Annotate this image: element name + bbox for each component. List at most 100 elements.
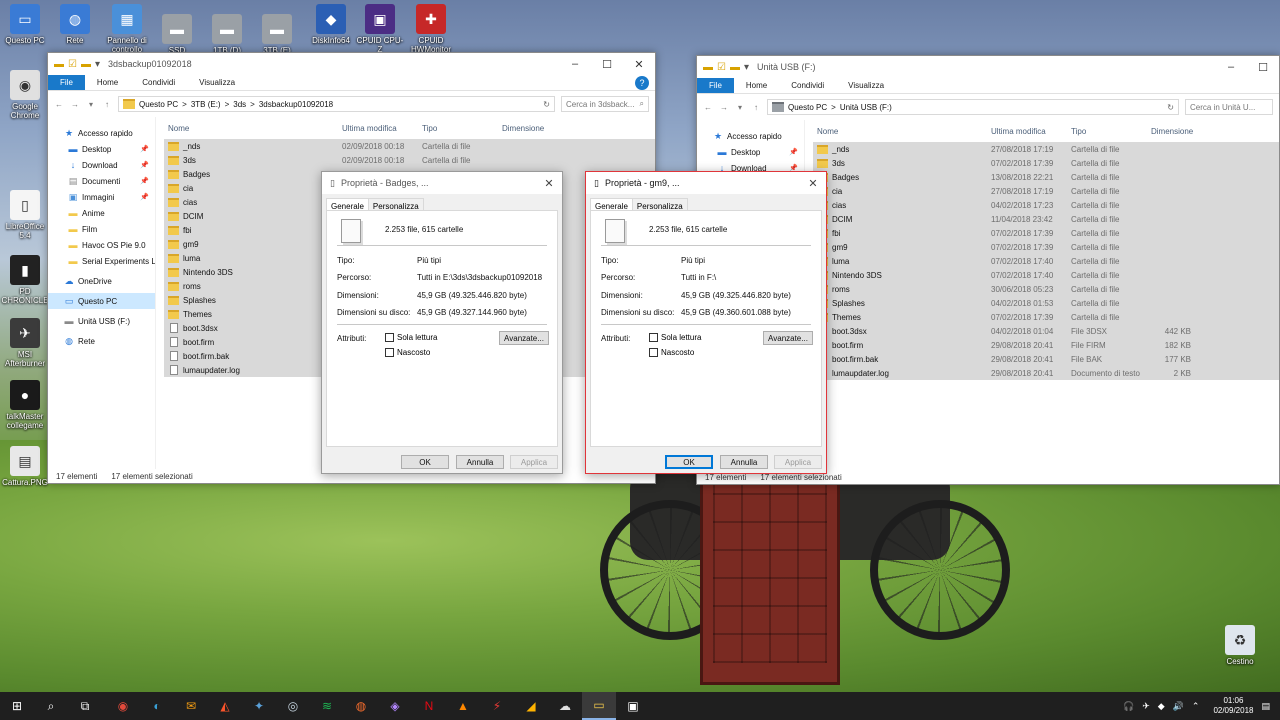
pin-icon[interactable]: 📌 [789, 148, 798, 156]
chrome-icon[interactable]: ◉ [106, 692, 140, 720]
close-button[interactable]: ✕ [800, 177, 826, 190]
column-size[interactable]: Dimensione [498, 124, 554, 133]
show-hidden-icons-chevron-icon[interactable]: ⌃ [1192, 701, 1200, 712]
column-size[interactable]: Dimensione [1147, 127, 1203, 136]
readonly-checkbox[interactable]: Sola lettura [649, 333, 701, 342]
breadcrumb-part[interactable]: 3dsbackup01092018 [259, 100, 333, 109]
desktop-icon-pannello-di-controllo[interactable]: ▦ Pannello di controllo [102, 4, 152, 54]
pin-icon[interactable]: 📌 [140, 177, 149, 185]
clock[interactable]: 01:06 02/09/2018 [1213, 696, 1253, 716]
properties-icon[interactable]: ☑ [717, 62, 726, 73]
shield-icon[interactable]: ◆ [1158, 701, 1165, 712]
help-icon[interactable]: ? [635, 76, 649, 90]
steam-icon[interactable]: ◎ [276, 692, 310, 720]
nav-item-immagini[interactable]: ▣ Immagini 📌 [48, 189, 155, 205]
nav-item-documenti[interactable]: ▤ Documenti 📌 [48, 173, 155, 189]
file-row[interactable]: fbi 07/02/2018 17:39 Cartella di file [813, 226, 1279, 240]
tab-file[interactable]: File [697, 78, 734, 93]
origin-icon[interactable]: ◍ [344, 692, 378, 720]
search-input[interactable]: Cerca in 3dsback... ⌕ [561, 96, 649, 112]
column-type[interactable]: Tipo [1067, 127, 1147, 136]
notifications-icon[interactable]: ▤ [1261, 701, 1270, 712]
desktop-icon-3tb-e-[interactable]: ▬ 3TB (E) [252, 14, 302, 55]
tab-view[interactable]: Visualizza [836, 78, 896, 93]
up-arrow-icon[interactable]: ↑ [102, 100, 112, 109]
pin-icon[interactable]: 📌 [140, 193, 149, 201]
nav-item-accesso-rapido[interactable]: ★ Accesso rapido [48, 125, 155, 141]
close-button[interactable]: ✕ [623, 58, 655, 71]
tab-file[interactable]: File [48, 75, 85, 90]
nav-item-serial-experiments-l[interactable]: ▬ Serial Experiments L [48, 253, 156, 269]
column-type[interactable]: Tipo [418, 124, 498, 133]
task-view-icon[interactable]: ⧉ [68, 692, 102, 720]
tab-share[interactable]: Condividi [779, 78, 836, 93]
file-explorer-icon[interactable]: ▭ [582, 692, 616, 720]
desktop-icon-rete[interactable]: ◍ Rete [50, 4, 100, 45]
up-arrow-icon[interactable]: ↑ [751, 103, 761, 112]
desktop-icon-ssd[interactable]: ▬ SSD [152, 14, 202, 55]
search-icon[interactable]: ⌕ [34, 692, 68, 720]
refresh-icon[interactable]: ↻ [543, 100, 550, 109]
desktop-icon-talkmaster-collegame[interactable]: ● talkMaster collegame [0, 380, 50, 430]
desktop-icon-diskinfo64[interactable]: ◆ DiskInfo64 [306, 4, 356, 45]
column-modified[interactable]: Ultima modifica [987, 127, 1067, 136]
flash-app-icon[interactable]: ⚡ [480, 692, 514, 720]
new-folder-icon[interactable]: ▬ [730, 62, 740, 73]
game-app-icon[interactable]: ✦ [242, 692, 276, 720]
maximize-button[interactable]: ☐ [1247, 61, 1279, 74]
breadcrumb-part[interactable]: Unità USB (F:) [840, 103, 892, 112]
new-folder-icon[interactable]: ▬ [81, 59, 91, 70]
readonly-checkbox[interactable]: Sola lettura [385, 333, 437, 342]
back-arrow-icon[interactable]: ← [54, 100, 64, 109]
start-icon[interactable]: ⊞ [0, 692, 34, 720]
file-row[interactable]: _nds 27/08/2018 17:19 Cartella di file [813, 142, 1279, 156]
tab-home[interactable]: Home [734, 78, 779, 93]
nav-item-unit-usb-f-[interactable]: ▬ Unità USB (F:) [48, 313, 155, 329]
brave-icon[interactable]: ◭ [208, 692, 242, 720]
desktop-icon-questo-pc[interactable]: ▭ Questo PC [0, 4, 50, 45]
properties-icon[interactable]: ☑ [68, 59, 77, 70]
cancel-button[interactable]: Annulla [456, 455, 504, 469]
file-row[interactable]: cia 27/08/2018 17:19 Cartella di file [813, 184, 1279, 198]
vlc-icon[interactable]: ▲ [446, 692, 480, 720]
nav-item-rete[interactable]: ◍ Rete [48, 333, 155, 349]
file-row[interactable]: 3ds 07/02/2018 17:39 Cartella di file [813, 156, 1279, 170]
column-name[interactable]: Nome [813, 127, 987, 136]
file-row[interactable]: DCIM 11/04/2018 23:42 Cartella di file [813, 212, 1279, 226]
pin-icon[interactable]: 📌 [140, 161, 149, 169]
desktop-icon-1tb-d-[interactable]: ▬ 1TB (D) [202, 14, 252, 55]
checkbox-box[interactable] [385, 348, 394, 357]
nav-item-onedrive[interactable]: ☁ OneDrive [48, 273, 155, 289]
tab-view[interactable]: Visualizza [187, 75, 247, 90]
file-row[interactable]: gm9 07/02/2018 17:39 Cartella di file [813, 240, 1279, 254]
desktop-icon-msi-afterburner[interactable]: ✈ MSI Afterburner [0, 318, 50, 368]
file-row[interactable]: Badges 13/08/2018 22:21 Cartella di file [813, 170, 1279, 184]
breadcrumb-part[interactable]: Questo PC [788, 103, 827, 112]
file-row[interactable]: boot.firm 29/08/2018 20:41 File FIRM 182 KB [813, 338, 1279, 352]
recent-chevron-icon[interactable]: ▾ [735, 103, 745, 112]
tab-home[interactable]: Home [85, 75, 130, 90]
spotify-icon[interactable]: ≋ [310, 692, 344, 720]
nav-item-havoc-os-pie-9-0[interactable]: ▬ Havoc OS Pie 9.0 [48, 237, 155, 253]
advanced-button[interactable]: Avanzate... [763, 331, 813, 345]
pin-icon[interactable]: 📌 [140, 145, 149, 153]
file-row[interactable]: Themes 07/02/2018 17:39 Cartella di file [813, 310, 1279, 324]
hidden-checkbox[interactable]: Nascosto [385, 348, 430, 357]
ok-button[interactable]: OK [665, 455, 713, 469]
app-purple-icon[interactable]: ◈ [378, 692, 412, 720]
ok-button[interactable]: OK [401, 455, 449, 469]
network-icon[interactable]: ✈ [1142, 701, 1150, 712]
advanced-button[interactable]: Avanzate... [499, 331, 549, 345]
nav-item-desktop[interactable]: ▬ Desktop 📌 [48, 141, 155, 157]
desktop-icon-cattura-png[interactable]: ▤ Cattura.PNG [0, 446, 50, 487]
chevron-down-icon[interactable]: ▾ [95, 59, 100, 70]
desktop-icon-cpuid-hwmonitor[interactable]: ✚ CPUID HWMonitor [406, 4, 456, 54]
breadcrumb-part[interactable]: 3TB (E:) [191, 100, 221, 109]
file-row[interactable]: _nds 02/09/2018 00:18 Cartella di file [164, 139, 655, 153]
nav-item-anime[interactable]: ▬ Anime [48, 205, 155, 221]
quick-access-toolbar[interactable]: ▬ ☑ ▬ ▾ [54, 59, 100, 70]
file-row[interactable]: 3ds 02/09/2018 00:18 Cartella di file [164, 153, 655, 167]
checkbox-box[interactable] [649, 348, 658, 357]
nav-item-questo-pc[interactable]: ▭ Questo PC [48, 293, 155, 309]
desktop-icon-cpuid-cpu-z[interactable]: ▣ CPUID CPU-Z [355, 4, 405, 54]
